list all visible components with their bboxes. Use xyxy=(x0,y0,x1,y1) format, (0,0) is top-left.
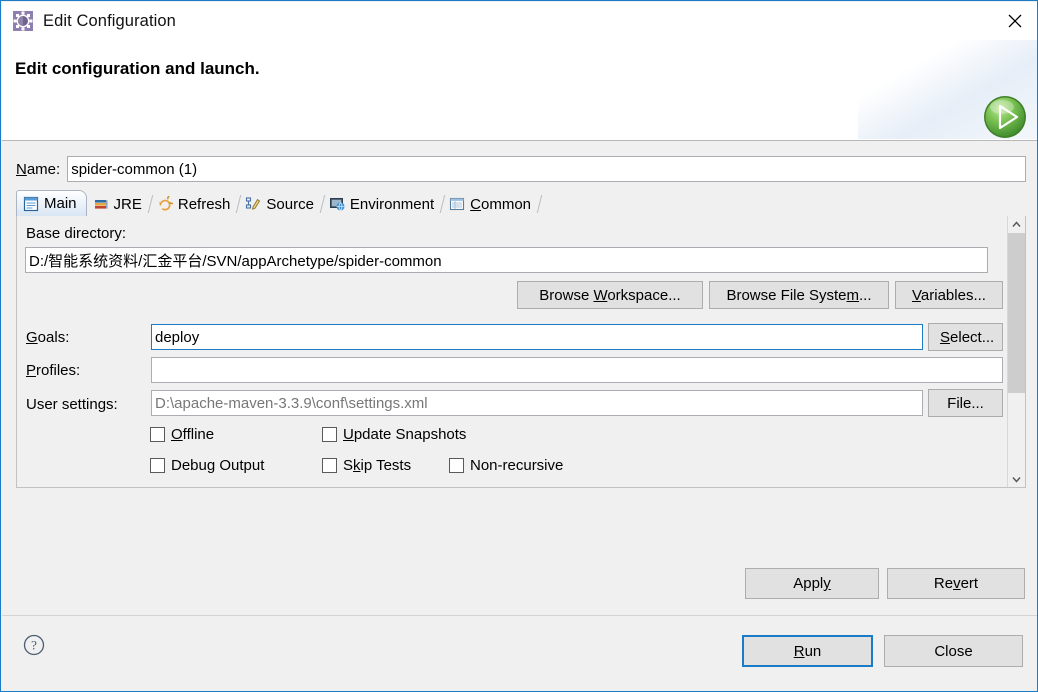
tab-strip: Main JRE Refresh Source Environment Comm… xyxy=(16,190,1026,217)
checkbox-non-recursive[interactable]: Non-recursive xyxy=(449,457,563,474)
browse-file-system-button[interactable]: Browse File System... xyxy=(709,281,889,309)
tab-label: Source xyxy=(266,195,314,213)
name-input[interactable] xyxy=(67,156,1026,182)
checkbox-label: Debug Output xyxy=(171,457,265,474)
refresh-tab-icon xyxy=(157,193,178,212)
apply-revert-row: Apply Revert xyxy=(2,568,1037,600)
goals-select-button[interactable]: Select... xyxy=(928,323,1003,351)
window-title: Edit Configuration xyxy=(43,11,176,30)
variables-button[interactable]: Variables... xyxy=(895,281,1003,309)
profiles-input[interactable] xyxy=(151,357,1003,383)
name-row: Name: xyxy=(16,156,1026,182)
revert-button[interactable]: Revert xyxy=(887,568,1025,599)
run-play-icon xyxy=(980,92,1030,140)
checkbox-label: Skip Tests xyxy=(343,457,412,474)
common-tab-icon xyxy=(449,196,465,212)
base-directory-input[interactable] xyxy=(25,247,988,273)
apply-button[interactable]: Apply xyxy=(745,568,879,599)
main-tab-icon xyxy=(23,196,39,212)
checkbox-debug-output[interactable]: Debug Output xyxy=(150,457,264,474)
goals-label: Goals: xyxy=(26,329,70,346)
tab-source[interactable]: Source xyxy=(239,192,326,216)
header-title: Edit configuration and launch. xyxy=(15,59,260,78)
dialog-body: Name: Main xyxy=(2,141,1037,691)
dialog-header: Edit configuration and launch. xyxy=(2,40,1037,141)
checkbox-label: Non-recursive xyxy=(470,457,564,474)
tab-label: Main xyxy=(44,195,77,212)
main-tab-content: Base directory: Browse Workspace... Brow… xyxy=(17,216,1009,487)
scroll-thumb[interactable] xyxy=(1008,233,1025,393)
profiles-label: Profiles: xyxy=(26,362,81,379)
checkbox-box[interactable] xyxy=(150,427,165,442)
user-settings-input[interactable] xyxy=(151,390,923,416)
checkbox-box[interactable] xyxy=(322,427,337,442)
close-icon[interactable] xyxy=(992,2,1037,39)
environment-tab-icon xyxy=(329,196,345,212)
scroll-track[interactable] xyxy=(1008,233,1025,471)
goals-input[interactable] xyxy=(151,324,923,350)
tab-refresh[interactable]: Refresh xyxy=(151,192,242,216)
user-settings-label: User settings: xyxy=(26,396,118,413)
checkbox-label: Offline xyxy=(171,426,215,443)
configuration-gear-icon xyxy=(12,10,34,32)
tab-label: Environment xyxy=(349,195,435,213)
browse-workspace-button[interactable]: Browse Workspace... xyxy=(517,281,703,309)
checkbox-box[interactable] xyxy=(322,458,337,473)
checkbox-offline[interactable]: Offline xyxy=(150,426,214,443)
user-settings-file-button[interactable]: File... xyxy=(928,389,1003,417)
tab-label: Common xyxy=(470,195,532,213)
scroll-down-arrow-icon[interactable] xyxy=(1008,471,1025,487)
edit-configuration-dialog: Edit Configuration Edit configuration an… xyxy=(0,0,1038,692)
run-button[interactable]: Run xyxy=(742,635,873,667)
name-label: Name: xyxy=(16,160,61,178)
close-button[interactable]: Close xyxy=(884,635,1023,667)
checkbox-update-snapshots[interactable]: Update Snapshots xyxy=(322,426,466,443)
jre-tab-icon xyxy=(93,196,109,212)
tab-jre[interactable]: JRE xyxy=(87,192,154,216)
tab-common[interactable]: Common xyxy=(443,192,543,216)
help-question-icon[interactable]: ? xyxy=(22,633,46,657)
footer-separator xyxy=(2,615,1037,616)
panel-scrollbar[interactable] xyxy=(1007,216,1025,487)
tab-label: JRE xyxy=(113,195,142,213)
svg-text:?: ? xyxy=(31,638,37,653)
checkbox-box[interactable] xyxy=(150,458,165,473)
tab-main[interactable]: Main xyxy=(16,190,87,217)
main-tab-panel: Base directory: Browse Workspace... Brow… xyxy=(16,216,1026,488)
base-directory-label: Base directory: xyxy=(26,225,127,242)
checkbox-label: Update Snapshots xyxy=(343,426,467,443)
tab-environment[interactable]: Environment xyxy=(323,192,446,216)
checkbox-skip-tests[interactable]: Skip Tests xyxy=(322,457,411,474)
tab-label: Refresh xyxy=(177,195,231,213)
title-bar: Edit Configuration xyxy=(2,2,1037,40)
checkbox-box[interactable] xyxy=(449,458,464,473)
source-tab-icon xyxy=(245,196,261,212)
scroll-up-arrow-icon[interactable] xyxy=(1008,216,1025,233)
